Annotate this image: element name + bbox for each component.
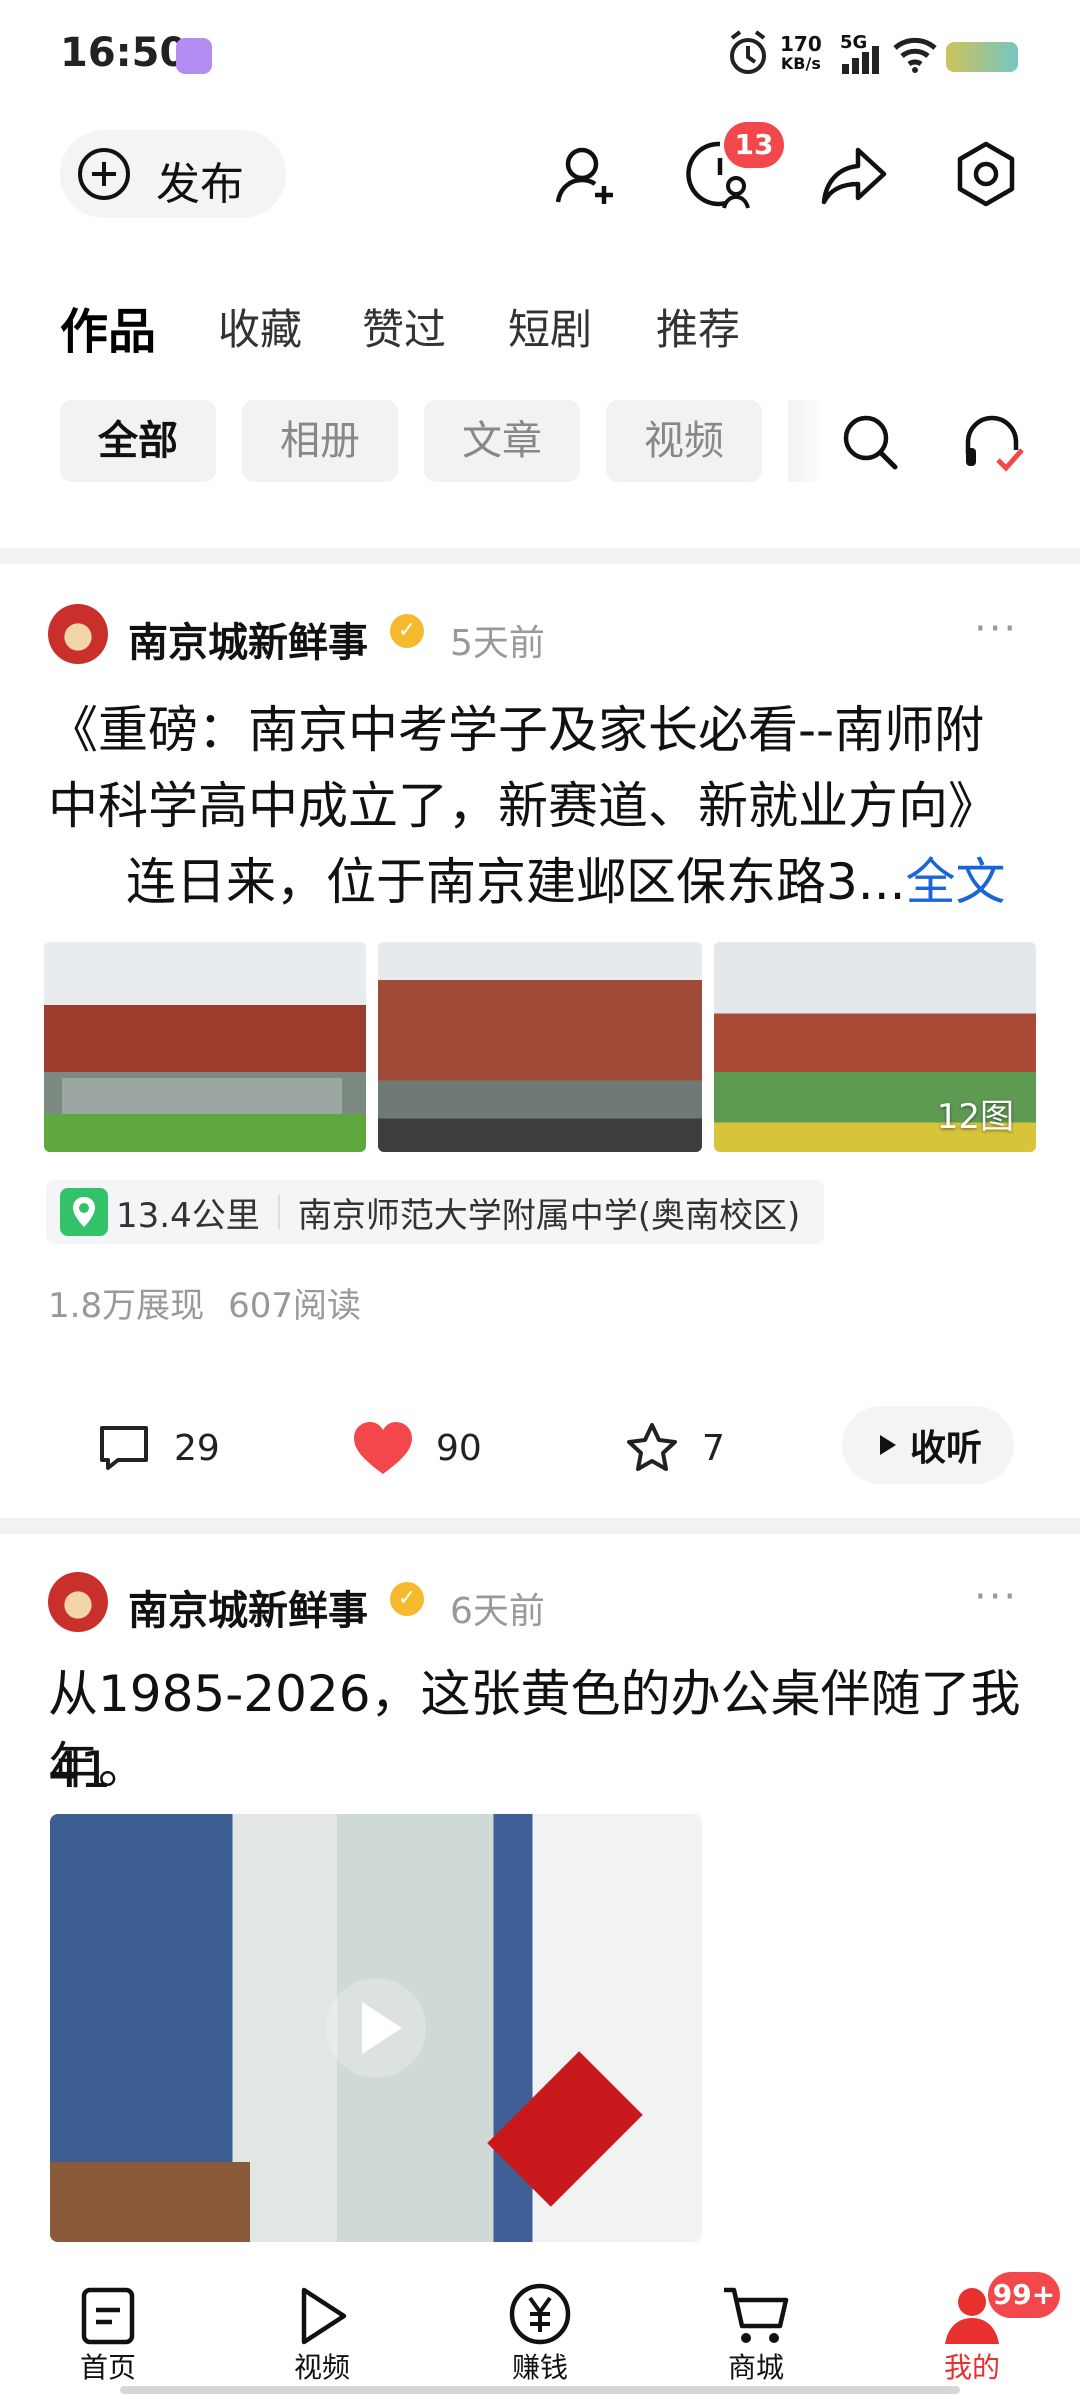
listen-button[interactable]: 收听 — [842, 1406, 1014, 1484]
filter-album[interactable]: 相册 — [242, 400, 398, 482]
post-photo[interactable]: 12图 — [714, 942, 1036, 1152]
listen-label: 收听 — [910, 1428, 983, 1469]
profile-badge: 99+ — [988, 2272, 1060, 2318]
post-time: 5天前 — [450, 623, 545, 664]
post-excerpt-text: 连日来，位于南京建邺区保东路3... — [126, 853, 906, 911]
post-title-line[interactable]: 中科学高中成立了，新赛道、新就业方向》 — [48, 768, 1048, 844]
comment-icon — [100, 1426, 148, 1470]
settings-icon[interactable] — [950, 138, 1022, 214]
read-more-link[interactable]: 全文 — [906, 853, 1006, 911]
net-speed: 170 KB/s — [780, 34, 822, 74]
reads-count: 607阅读 — [228, 1286, 361, 1326]
tab-liked[interactable]: 赞过 — [362, 296, 446, 357]
plus-icon — [78, 148, 130, 200]
filter-video[interactable]: 视频 — [606, 400, 762, 482]
net-speed-value: 170 — [780, 32, 822, 56]
location-tag[interactable]: 13.4公里 南京师范大学附属中学(奥南校区) — [46, 1180, 825, 1244]
post-photo[interactable] — [44, 942, 366, 1152]
share-icon[interactable] — [818, 140, 890, 214]
play-button[interactable] — [326, 1978, 426, 2078]
heart-icon — [354, 1422, 412, 1474]
tab-favorites[interactable]: 收藏 — [218, 296, 302, 357]
author-name[interactable]: 南京城新鲜事 — [128, 1578, 368, 1636]
nav-home-label: 首页 — [79, 2351, 136, 2384]
star-icon — [627, 1423, 677, 1471]
school-sign — [62, 1078, 342, 1114]
filter-all[interactable]: 全部 — [60, 400, 216, 482]
nav-home[interactable]: 首页 — [48, 2270, 168, 2386]
section-divider — [0, 548, 1080, 564]
home-indicator[interactable] — [120, 2386, 960, 2394]
like-button[interactable]: 90 — [352, 1408, 482, 1488]
publish-button[interactable]: 发布 — [60, 130, 286, 218]
wifi-icon — [892, 36, 938, 78]
filter-article[interactable]: 文章 — [424, 400, 580, 482]
alarm-icon — [726, 28, 770, 78]
post-time: 6天前 — [450, 1591, 545, 1632]
favorite-button[interactable]: 7 — [624, 1408, 725, 1488]
nav-earn-label: 赚钱 — [511, 2351, 568, 2384]
status-bar: 16:50 170 KB/s 5G — [0, 0, 1080, 110]
nav-profile-label: 我的 — [943, 2351, 1000, 2384]
nav-video-label: 视频 — [293, 2351, 350, 2384]
clock: 16:50 — [60, 30, 188, 76]
tab-short-drama[interactable]: 短剧 — [508, 296, 592, 357]
location-distance: 13.4公里 — [116, 1195, 260, 1236]
post-photo[interactable] — [378, 942, 702, 1152]
verified-icon: ✓ — [390, 1582, 424, 1616]
app-notification-icon — [176, 38, 212, 74]
more-options-icon[interactable]: ··· — [974, 606, 1018, 652]
fu-decoration — [487, 2051, 643, 2207]
impressions-count: 1.8万展现 — [48, 1286, 205, 1326]
verified-icon: ✓ — [390, 614, 424, 648]
net-speed-unit: KB/s — [780, 54, 821, 73]
tab-recommend[interactable]: 推荐 — [656, 296, 740, 357]
nav-earn[interactable]: 赚钱 — [480, 2270, 600, 2386]
nav-video[interactable]: 视频 — [262, 2270, 382, 2386]
favorite-count: 7 — [702, 1427, 725, 1469]
video-thumbnail[interactable] — [50, 1814, 702, 2242]
add-friend-icon[interactable] — [552, 140, 622, 214]
post-title-line[interactable]: 《重磅：南京中考学子及家长必看--南师附 — [48, 692, 1048, 768]
comment-count: 29 — [174, 1427, 220, 1469]
like-count: 90 — [436, 1427, 482, 1469]
post-title-line[interactable]: 年。 — [48, 1728, 1048, 1804]
section-divider — [0, 1518, 1080, 1534]
post-stats: 1.8万展现 607阅读 — [48, 1278, 361, 1327]
author-name[interactable]: 南京城新鲜事 — [128, 610, 368, 668]
tab-works[interactable]: 作品 — [60, 292, 156, 362]
location-pin-icon — [60, 1188, 108, 1236]
location-name: 南京师范大学附属中学(奥南校区) — [297, 1195, 801, 1236]
cart-icon — [696, 2270, 816, 2346]
nav-shop[interactable]: 商城 — [696, 2270, 816, 2386]
nav-shop-label: 商城 — [727, 2351, 784, 2384]
location-separator — [277, 1195, 280, 1229]
author-avatar[interactable] — [48, 1572, 108, 1632]
more-options-icon[interactable]: ··· — [974, 1574, 1018, 1620]
headphones-icon[interactable] — [960, 410, 1028, 478]
play-small-icon — [880, 1435, 896, 1455]
play-icon — [262, 2270, 382, 2346]
yuan-icon — [480, 2270, 600, 2346]
author-avatar[interactable] — [48, 604, 108, 664]
image-count: 12图 — [936, 1097, 1014, 1137]
home-icon — [48, 2270, 168, 2346]
publish-label: 发布 — [156, 159, 244, 210]
chip-fade — [788, 400, 828, 482]
play-icon — [362, 2002, 402, 2054]
battery-icon — [946, 42, 1018, 72]
search-icon[interactable] — [838, 410, 902, 478]
signal-icon — [842, 46, 882, 78]
notification-badge: 13 — [724, 122, 784, 168]
post-excerpt[interactable]: 连日来，位于南京建邺区保东路3...全文 — [126, 844, 1056, 920]
desk — [50, 2162, 250, 2242]
comment-button[interactable]: 29 — [96, 1408, 220, 1488]
